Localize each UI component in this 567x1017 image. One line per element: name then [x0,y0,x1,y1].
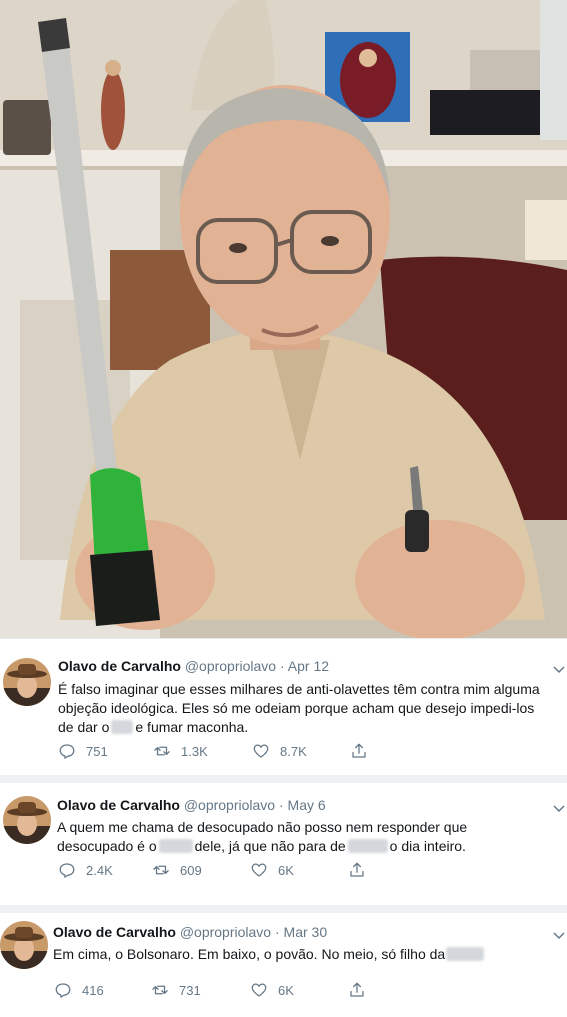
reply-button[interactable]: 2.4K [58,861,113,879]
avatar[interactable] [3,796,51,844]
reply-icon [59,744,75,759]
retweet-count: 609 [180,862,202,878]
tweet-text-line: objeção ideológica. Eles só me odeiam po… [58,700,535,716]
censored-word [347,839,388,853]
tweet-header: Olavo de Carvalho @opropriolavo · Apr 12 [58,658,329,674]
tweet-date[interactable]: Mar 30 [284,924,328,940]
tweet-text-line: É falso imaginar que esses milhares de a… [58,681,540,697]
tweet-text-part: e fumar maconha. [135,719,249,735]
tweet-date[interactable]: May 6 [288,797,326,813]
tweet-card[interactable]: Olavo de Carvalho @opropriolavo · Apr 12… [0,638,567,775]
tweet-list: Olavo de Carvalho @opropriolavo · Apr 12… [0,638,567,1017]
reply-count: 751 [86,743,108,759]
chevron-down-icon[interactable] [553,929,565,941]
tweet-date[interactable]: Apr 12 [288,658,329,674]
tweet-header: Olavo de Carvalho @opropriolavo · May 6 [57,797,326,813]
share-icon [352,743,366,758]
reply-icon [59,863,75,878]
reply-button[interactable]: 751 [58,742,108,760]
chevron-down-icon[interactable] [553,663,565,675]
tweet-text: Em cima, o Bolsonaro. Em baixo, o povão.… [53,945,558,964]
reply-count: 2.4K [86,862,113,878]
tweet-text-line: A quem me chama de desocupado não posso … [57,819,468,835]
retweet-button[interactable]: 731 [151,981,201,999]
author-name[interactable]: Olavo de Carvalho [57,797,180,813]
separator: · [278,797,284,813]
tweet-header: Olavo de Carvalho @opropriolavo · Mar 30 [53,924,327,940]
tweet-text-part: dele, já que não para de [194,838,346,854]
like-count: 8.7K [280,743,307,759]
tweet-text-part: desocupado é o [57,838,157,854]
share-button[interactable] [348,981,366,999]
share-icon [350,862,364,877]
tweet-card[interactable]: Olavo de Carvalho @opropriolavo · Mar 30… [0,905,567,1017]
author-name[interactable]: Olavo de Carvalho [53,924,176,940]
like-button[interactable]: 8.7K [252,742,307,760]
retweet-button[interactable]: 609 [152,861,202,879]
like-button[interactable]: 6K [250,981,294,999]
avatar[interactable] [0,921,48,969]
author-handle[interactable]: @opropriolavo [180,924,271,940]
reply-count: 416 [82,982,104,998]
retweet-button[interactable]: 1.3K [153,742,208,760]
author-name[interactable]: Olavo de Carvalho [58,658,181,674]
tweet-text-part: o dia inteiro. [389,838,466,854]
chevron-down-icon[interactable] [553,802,565,814]
retweet-icon [152,985,168,995]
censored-word [111,720,134,734]
avatar[interactable] [3,658,51,706]
tweet-text: A quem me chama de desocupado não posso … [57,818,562,856]
tweet-photo[interactable] [0,0,567,638]
separator: · [279,658,285,674]
tweet-text-line: de dar o e fumar maconha. [58,718,563,737]
separator: · [274,924,280,940]
censored-word [446,947,485,961]
retweet-count: 731 [179,982,201,998]
share-button[interactable] [348,861,366,879]
retweet-count: 1.3K [181,743,208,759]
censored-word [158,839,193,853]
share-button[interactable] [350,742,368,760]
heart-icon [251,983,267,997]
reply-button[interactable]: 416 [54,981,104,999]
tweet-text-line: desocupado é o dele, já que não para de o … [57,837,562,856]
like-count: 6K [278,982,294,998]
heart-icon [251,863,267,877]
like-button[interactable]: 6K [250,861,294,879]
retweet-icon [154,746,170,756]
tweet-text-part: Em cima, o Bolsonaro. Em baixo, o povão.… [53,946,446,962]
tweet-text-line: Em cima, o Bolsonaro. Em baixo, o povão.… [53,945,558,964]
heart-icon [253,744,269,758]
like-count: 6K [278,862,294,878]
tweet-text-part: de dar o [58,719,110,735]
photo-scene [0,0,567,638]
author-handle[interactable]: @opropriolavo [185,658,276,674]
reply-icon [55,983,71,998]
share-icon [350,982,364,997]
tweet-text: É falso imaginar que esses milhares de a… [58,680,563,737]
retweet-icon [153,865,169,875]
author-handle[interactable]: @opropriolavo [184,797,275,813]
tweet-card[interactable]: Olavo de Carvalho @opropriolavo · May 6 … [0,775,567,905]
